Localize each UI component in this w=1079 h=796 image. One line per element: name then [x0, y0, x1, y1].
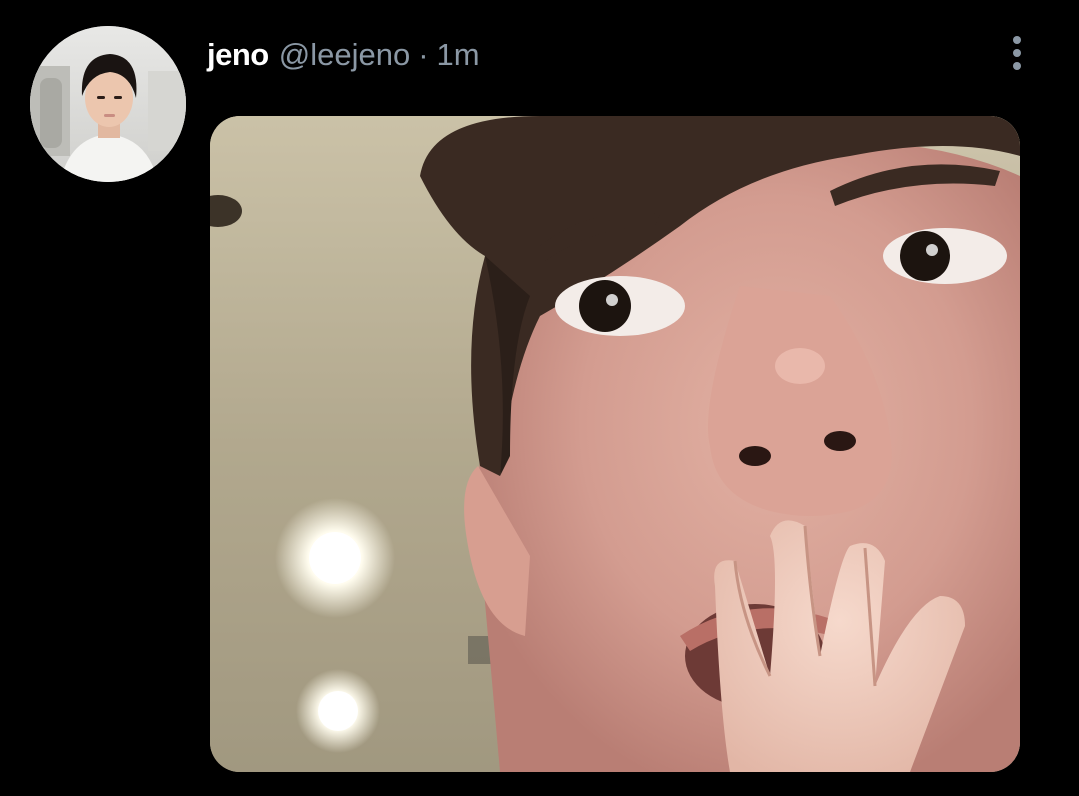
tweet: jeno @leejeno · 1m: [0, 0, 1079, 796]
tweet-media-image[interactable]: [210, 116, 1020, 772]
username-handle[interactable]: @leejeno: [279, 37, 410, 73]
more-options-button[interactable]: [1000, 30, 1034, 76]
more-vertical-icon: [1013, 36, 1021, 44]
more-vertical-icon-dot: [1013, 49, 1021, 57]
display-name[interactable]: jeno: [207, 37, 269, 73]
tweet-header: jeno @leejeno · 1m: [207, 33, 480, 77]
more-vertical-icon-dot: [1013, 62, 1021, 70]
timestamp[interactable]: 1m: [437, 37, 480, 73]
avatar[interactable]: [30, 26, 186, 182]
separator-dot: ·: [418, 37, 429, 72]
